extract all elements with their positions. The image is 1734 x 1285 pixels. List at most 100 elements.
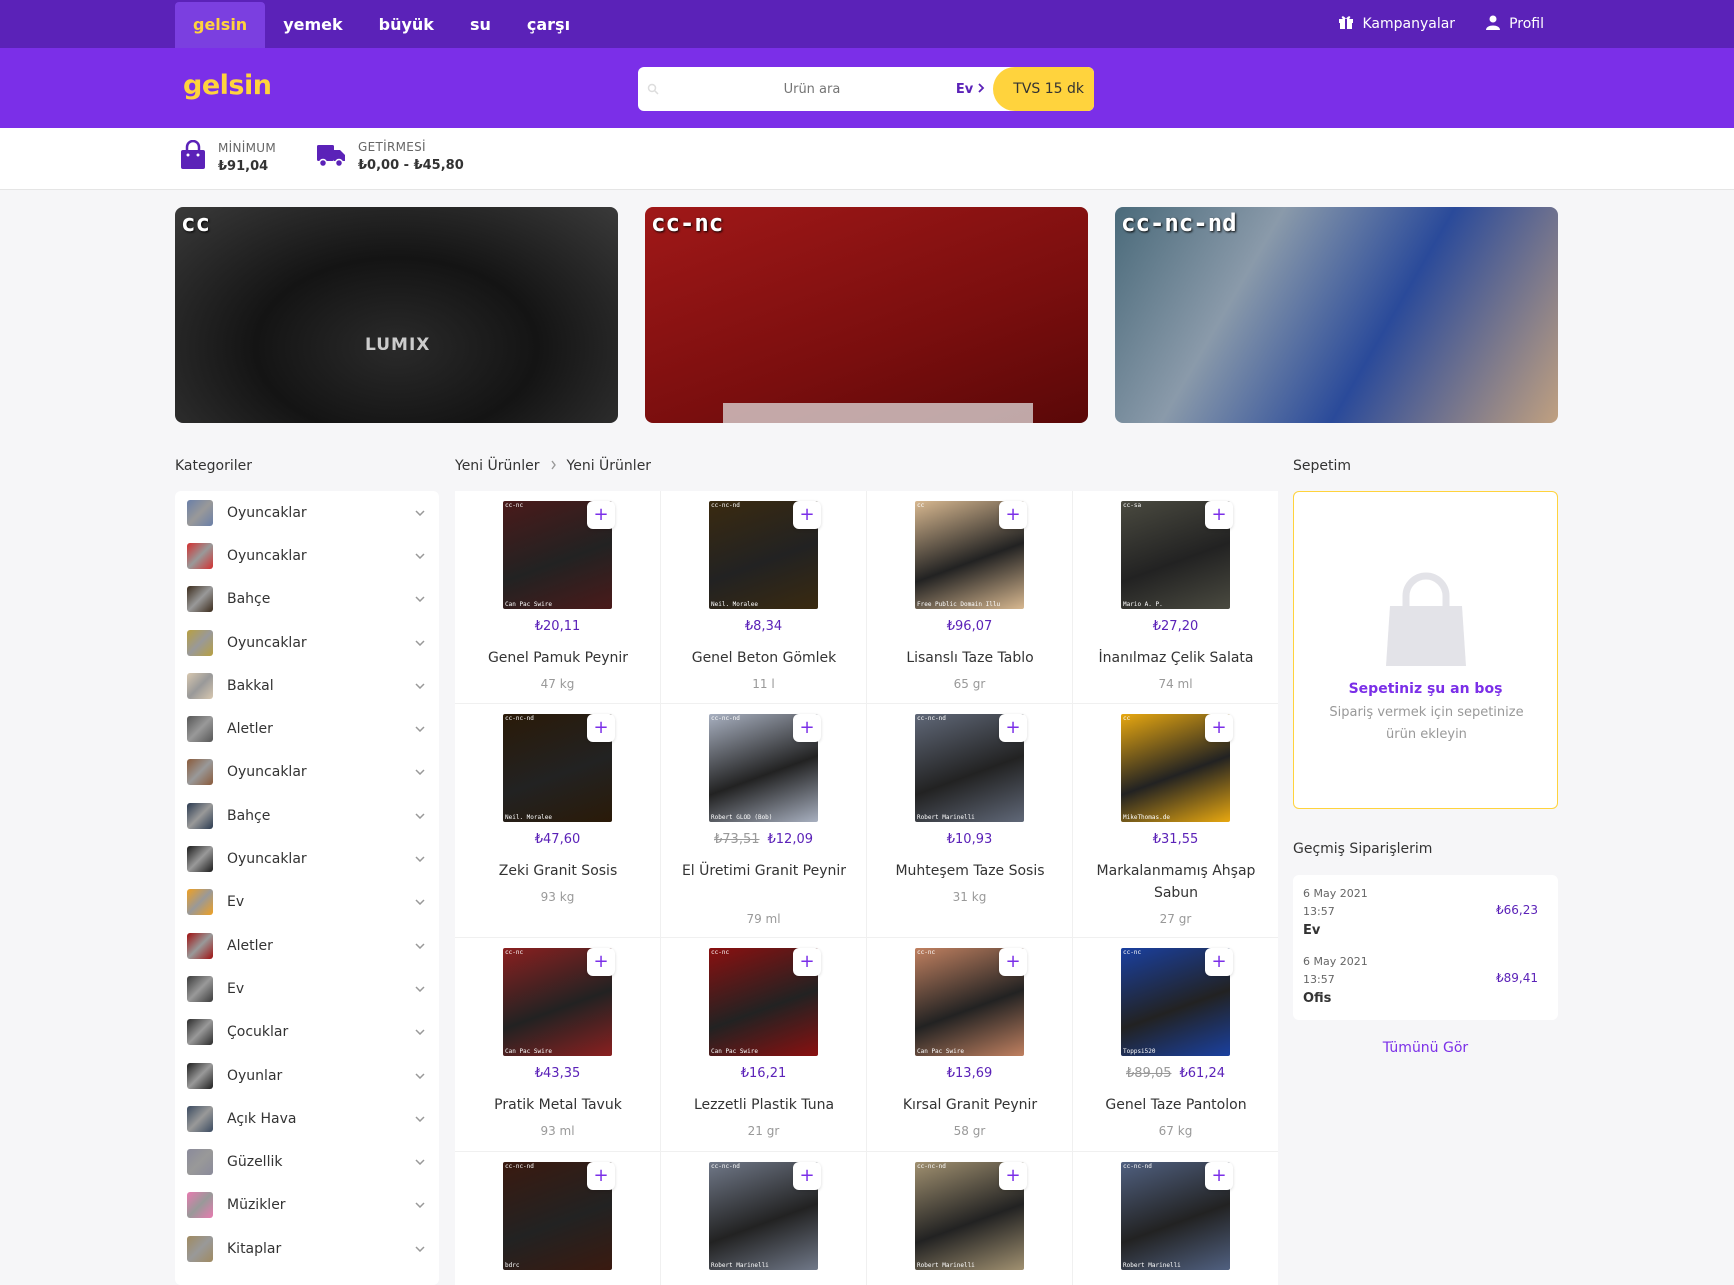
past-orders-list: 6 May 2021 13:57 Ev ₺66,23 6 May 2021 13… (1293, 875, 1558, 1020)
product-card[interactable]: cc-nc-nd Neil. Moralee + ₺47,60 Zeki Granit … (455, 704, 661, 938)
chevron-down-icon[interactable] (413, 510, 427, 516)
add-to-cart-button[interactable]: + (1205, 714, 1233, 742)
product-card[interactable]: cc MikeThomas.de + ₺31,55 Markalanmamış Ahşa… (1073, 704, 1278, 938)
product-card[interactable]: cc-nc-nd Robert Marinelli + ₺10,93 Muhteşem … (867, 704, 1073, 938)
product-current-price: ₺61,24 (1179, 1066, 1226, 1081)
product-card[interactable]: cc-nc-nd Robert Marinelli + (867, 1152, 1073, 1285)
image-license: cc-nc-nd (711, 1163, 740, 1170)
category-label: Güzellik (227, 1154, 283, 1171)
chevron-down-icon[interactable] (413, 813, 427, 819)
add-to-cart-button[interactable]: + (999, 1162, 1027, 1190)
category-item[interactable]: Oyuncaklar (175, 534, 439, 577)
chevron-down-icon[interactable] (413, 596, 427, 603)
category-item[interactable]: Güzellik (175, 1140, 439, 1183)
product-card[interactable]: cc-sa Mario A. P. + ₺27,20 İnanılmaz Çelik S… (1073, 491, 1278, 704)
product-card[interactable]: cc-nc Can Pac Swire + ₺16,21 Lezzetli Plasti… (661, 938, 867, 1152)
chevron-down-icon[interactable] (413, 943, 427, 949)
add-to-cart-button[interactable]: + (999, 948, 1027, 976)
image-license: cc-nc-nd (711, 502, 740, 509)
product-current-price: ₺31,55 (1152, 832, 1199, 847)
profile-link[interactable]: Profil (1485, 14, 1544, 34)
product-unit: 74 ml (1158, 677, 1193, 691)
chevron-down-icon[interactable] (413, 1029, 427, 1036)
category-item[interactable]: Kitaplar (175, 1227, 439, 1270)
add-to-cart-button[interactable]: + (999, 501, 1027, 529)
promo-banner-1[interactable]: cc LUMIX (175, 207, 618, 423)
logo[interactable]: gelsin (183, 70, 272, 101)
breadcrumb-item[interactable]: Yeni Ürünler (455, 458, 540, 474)
product-card[interactable]: cc-nc-nd Robert Marinelli + (661, 1152, 867, 1285)
category-item[interactable]: Açık Hava (175, 1097, 439, 1140)
category-item[interactable]: Çocuklar (175, 1011, 439, 1054)
add-to-cart-button[interactable]: + (587, 501, 615, 529)
campaigns-link[interactable]: Kampanyalar (1338, 14, 1455, 34)
product-card[interactable]: cc-nc Can Pac Swire + ₺13,69 Kırsal Granit P… (867, 938, 1073, 1152)
chevron-down-icon[interactable] (413, 1159, 427, 1166)
tab-yemek[interactable]: yemek (265, 2, 360, 48)
tab-carsi[interactable]: çarşı (509, 2, 588, 48)
chevron-down-icon[interactable] (413, 856, 427, 863)
category-label: Bahçe (227, 591, 271, 608)
chevron-down-icon[interactable] (413, 1202, 427, 1209)
chevron-down-icon[interactable] (413, 683, 427, 689)
address-selector[interactable]: Ev (956, 82, 991, 97)
past-order[interactable]: 6 May 2021 13:57 Ofis ₺89,41 (1303, 953, 1548, 1006)
category-item[interactable]: Oyunlar (175, 1054, 439, 1097)
product-price: ₺31,55 (1073, 832, 1278, 847)
delivery-label: GETİRMESİ (358, 140, 426, 154)
tab-gelsin[interactable]: gelsin (175, 2, 266, 48)
chevron-down-icon[interactable] (413, 1116, 427, 1122)
chevron-down-icon[interactable] (413, 640, 427, 646)
add-to-cart-button[interactable]: + (793, 1162, 821, 1190)
chevron-down-icon[interactable] (413, 553, 427, 559)
category-item[interactable]: Oyuncaklar (175, 837, 439, 880)
category-item[interactable]: Oyuncaklar (175, 621, 439, 664)
add-to-cart-button[interactable]: + (793, 714, 821, 742)
add-to-cart-button[interactable]: + (793, 948, 821, 976)
chevron-down-icon[interactable] (413, 1072, 427, 1079)
tab-buyuk[interactable]: büyük (361, 2, 452, 48)
product-card[interactable]: cc-nc-nd Robert Marinelli + (1073, 1152, 1278, 1285)
product-card[interactable]: cc-nc-nd Robert GLOD (Bob) + ₺73,51 ₺12,09 El… (661, 704, 867, 938)
category-item[interactable]: Müzikler (175, 1184, 439, 1227)
search-input[interactable] (668, 81, 956, 97)
add-to-cart-button[interactable]: + (1205, 948, 1233, 976)
promo-banner-3[interactable]: cc-nc-nd (1115, 207, 1558, 423)
tab-su[interactable]: su (452, 2, 509, 48)
category-item[interactable]: Bakkal (175, 664, 439, 707)
category-item[interactable]: Ev (175, 881, 439, 924)
chevron-down-icon[interactable] (413, 899, 427, 906)
category-item[interactable]: Ev (175, 967, 439, 1010)
category-item[interactable]: Bahçe (175, 578, 439, 621)
chevron-down-icon[interactable] (413, 986, 427, 992)
product-card[interactable]: cc-nc Can Pac Swire + ₺43,35 Pratik Metal Ta… (455, 938, 661, 1152)
add-to-cart-button[interactable]: + (999, 714, 1027, 742)
product-card[interactable]: cc-nc-nd Neil. Moralee + ₺8,34 Genel Beton G… (661, 491, 867, 704)
add-to-cart-button[interactable]: + (1205, 501, 1233, 529)
delivery-eta: TVS 15 dk (993, 67, 1094, 111)
chevron-down-icon[interactable] (413, 1246, 427, 1252)
chevron-down-icon[interactable] (413, 769, 427, 776)
product-card[interactable]: cc Free Public Domain Illu + ₺96,07 Lisanslı… (867, 491, 1073, 704)
category-item[interactable]: Aletler (175, 924, 439, 967)
see-all-orders-link[interactable]: Tümünü Gör (1293, 1040, 1558, 1056)
category-thumbnail (187, 716, 213, 743)
categories-title: Kategoriler (175, 458, 252, 474)
add-to-cart-button[interactable]: + (1205, 1162, 1233, 1190)
product-card[interactable]: cc-nc Toppsi520 + ₺89,05 ₺61,24 Genel Taze Pa… (1073, 938, 1278, 1152)
add-to-cart-button[interactable]: + (793, 501, 821, 529)
past-order[interactable]: 6 May 2021 13:57 Ev ₺66,23 (1303, 885, 1548, 938)
category-item[interactable]: Aletler (175, 707, 439, 750)
add-to-cart-button[interactable]: + (587, 948, 615, 976)
add-to-cart-button[interactable]: + (587, 1162, 615, 1190)
chevron-down-icon[interactable] (413, 726, 427, 733)
category-label: Müzikler (227, 1197, 286, 1214)
add-to-cart-button[interactable]: + (587, 714, 615, 742)
promo-banner-2[interactable]: cc-nc (645, 207, 1088, 423)
category-item[interactable]: Oyuncaklar (175, 491, 439, 534)
category-item[interactable]: Oyuncaklar (175, 751, 439, 794)
category-item[interactable]: Bahçe (175, 794, 439, 837)
product-card[interactable]: cc-nc-nd bdrc + (455, 1152, 661, 1285)
product-name: Lisanslı Taze Tablo (906, 650, 1034, 666)
product-card[interactable]: cc-nc Can Pac Swire + ₺20,11 Genel Pamuk Pey… (455, 491, 661, 704)
